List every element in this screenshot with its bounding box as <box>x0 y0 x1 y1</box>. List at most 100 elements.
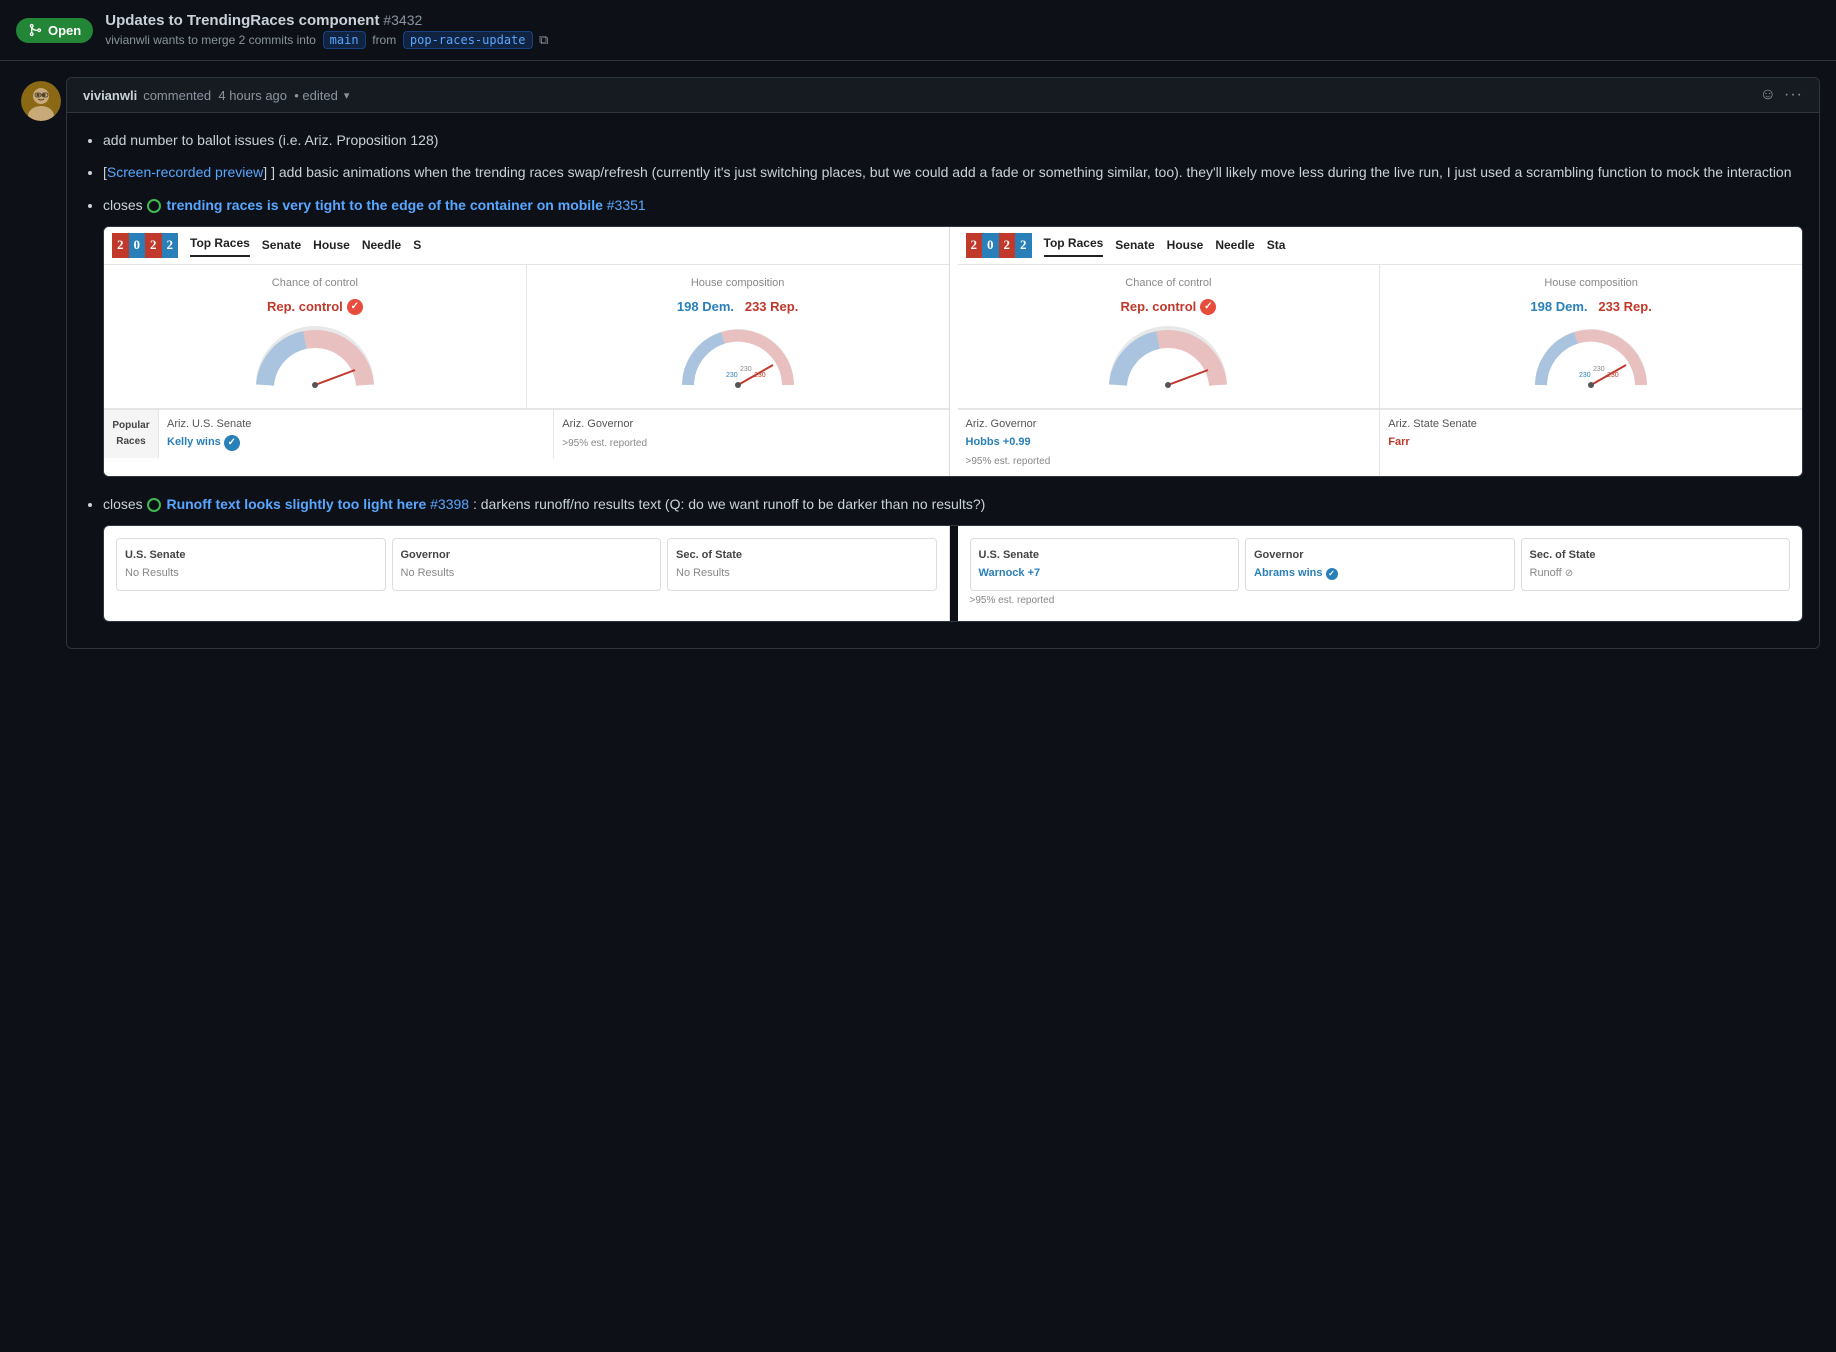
smiley-icon[interactable]: ☺ <box>1760 86 1776 104</box>
issue-3351-link[interactable]: trending races is very tight to the edge… <box>166 197 602 213</box>
result-sos-title-r: Sec. of State <box>1530 547 1782 565</box>
gauge-house-right: 230 230 230 <box>1392 317 1790 398</box>
comment-block: vivianwli commented 4 hours ago • edited… <box>16 77 1820 649</box>
result-gov-value-r: Abrams wins ✓ <box>1254 565 1506 583</box>
no-results-left: U.S. Senate No Results Governor No Resul… <box>104 526 950 621</box>
result-senate-value: No Results <box>125 565 377 583</box>
race-card-senate-left: Ariz. U.S. Senate Kelly wins ✓ <box>159 410 554 458</box>
stat-house-right: House composition 198 Dem. 233 Rep. <box>1380 265 1802 408</box>
race-senate-name: Ariz. U.S. Senate <box>167 416 545 434</box>
preview-left: 2 0 2 2 Top Races Senate House Needle <box>104 227 950 475</box>
race-card-senate-state-right: Ariz. State Senate Farr <box>1380 410 1802 475</box>
pr-meta: vivianwli wants to merge 2 commits into … <box>105 32 548 48</box>
no-results-right: U.S. Senate Warnock +7 Governor Abrams w… <box>958 526 1803 621</box>
git-merge-icon <box>28 23 42 37</box>
avatar-col <box>16 77 66 649</box>
gauge-house-svg-right: 230 230 230 <box>1531 325 1651 390</box>
checkmark-icon-right: ✓ <box>1200 299 1216 315</box>
stat-control-left: Chance of control Rep. control ✓ <box>104 265 527 408</box>
race-card-gov-left: Ariz. Governor >95% est. reported <box>554 410 948 458</box>
stats-right: Chance of control Rep. control ✓ <box>958 265 1803 409</box>
no-results-container: U.S. Senate No Results Governor No Resul… <box>103 525 1803 622</box>
nav-house-right[interactable]: House <box>1167 236 1204 255</box>
result-senate-title: U.S. Senate <box>125 547 377 565</box>
gauge-house-left: 230 230 230 <box>539 317 937 398</box>
list-item-3: closes trending races is very tight to t… <box>103 194 1803 477</box>
no-results-cards-right: U.S. Senate Warnock +7 Governor Abrams w… <box>970 538 1791 591</box>
screen-recorded-link[interactable]: Screen-recorded preview <box>107 164 263 180</box>
preview-right: 2 0 2 2 Top Races Senate House Needle <box>958 227 1803 475</box>
nav-needle-right[interactable]: Needle <box>1215 236 1254 255</box>
result-card-senate-res: U.S. Senate Warnock +7 <box>970 538 1240 591</box>
race-gov-name-right: Ariz. Governor <box>966 416 1372 434</box>
list-item-2: [Screen-recorded preview] ] add basic an… <box>103 161 1803 183</box>
nav-top-races-right[interactable]: Top Races <box>1044 234 1104 257</box>
issue-3398-link[interactable]: Runoff text looks slightly too light her… <box>166 496 426 512</box>
copy-icon[interactable]: ⧉ <box>539 32 548 47</box>
comment-container: vivianwli commented 4 hours ago • edited… <box>66 77 1820 649</box>
comment-list: add number to ballot issues (i.e. Ariz. … <box>83 129 1803 622</box>
svg-text:230: 230 <box>1593 366 1605 373</box>
branch-from[interactable]: pop-races-update <box>403 31 533 49</box>
open-badge: Open <box>16 18 93 43</box>
stat-control-value: Rep. control ✓ <box>116 297 514 318</box>
result-card-gov-no: Governor No Results <box>392 538 662 591</box>
popular-label-left: Popular Races <box>104 410 159 458</box>
nav-top-races-left[interactable]: Top Races <box>190 234 250 257</box>
svg-text:230: 230 <box>740 366 752 373</box>
pr-header: Open Updates to TrendingRaces component … <box>0 0 1836 61</box>
race-gov-pct: >95% est. reported <box>562 436 940 452</box>
nav-s-left[interactable]: S <box>413 236 421 255</box>
gauge-svg-right <box>1108 325 1228 390</box>
race-cards-right: Ariz. Governor Hobbs +0.99 >95% est. rep… <box>958 410 1803 475</box>
edited-chevron[interactable]: ▾ <box>344 89 350 102</box>
open-label: Open <box>48 23 81 38</box>
race-cards-left: Ariz. U.S. Senate Kelly wins ✓ Ariz. Gov… <box>159 410 949 458</box>
nav-sta-right[interactable]: Sta <box>1267 236 1286 255</box>
result-sos-title: Sec. of State <box>676 547 928 565</box>
race-senate-result: Kelly wins ✓ <box>167 434 545 452</box>
nav-needle-left[interactable]: Needle <box>362 236 401 255</box>
stat-house-value-right: 198 Dem. 233 Rep. <box>1392 297 1790 318</box>
popular-races-right: Ariz. Governor Hobbs +0.99 >95% est. rep… <box>958 409 1803 475</box>
result-senate-title-r: U.S. Senate <box>979 547 1231 565</box>
gauge-right <box>970 317 1368 398</box>
nav-senate-left[interactable]: Senate <box>262 236 301 255</box>
race-gov-result-right: Hobbs +0.99 <box>966 434 1372 452</box>
branch-main[interactable]: main <box>323 31 366 49</box>
race-gov-name: Ariz. Governor <box>562 416 940 434</box>
result-card-gov-res: Governor Abrams wins ✓ <box>1245 538 1515 591</box>
open-issue-dot-1 <box>147 199 161 213</box>
checkmark-abrams: ✓ <box>1326 568 1338 580</box>
popular-races-left: Popular Races Ariz. U.S. Senate Kelly wi… <box>104 409 949 458</box>
gauge-house-svg-left: 230 230 230 <box>678 325 798 390</box>
comment-body: add number to ballot issues (i.e. Ariz. … <box>67 113 1819 648</box>
pr-title-text: Updates to TrendingRaces component <box>105 12 379 29</box>
result-gov-title: Governor <box>401 547 653 565</box>
issue-3351-num[interactable]: #3351 <box>607 197 646 213</box>
stat-house-label-right: House composition <box>1392 275 1790 293</box>
stat-control-right: Chance of control Rep. control ✓ <box>958 265 1381 408</box>
nav-senate-right[interactable]: Senate <box>1115 236 1154 255</box>
stats-left: Chance of control Rep. control ✓ <box>104 265 949 409</box>
no-results-cards-left: U.S. Senate No Results Governor No Resul… <box>116 538 937 591</box>
stat-control-label: Chance of control <box>116 275 514 293</box>
stat-house-label: House composition <box>539 275 937 293</box>
stat-control-label-right: Chance of control <box>970 275 1368 293</box>
result-sos-value: No Results <box>676 565 928 583</box>
more-options-icon[interactable]: ··· <box>1784 86 1803 104</box>
gauge-svg-left <box>255 325 375 390</box>
comment-author[interactable]: vivianwli <box>83 88 137 103</box>
preview-container-1: 2 0 2 2 Top Races Senate House Needle <box>103 226 1803 476</box>
svg-text:230: 230 <box>1579 372 1591 379</box>
avatar-image <box>21 81 61 121</box>
result-card-sos-no: Sec. of State No Results <box>667 538 937 591</box>
race-card-gov-right: Ariz. Governor Hobbs +0.99 >95% est. rep… <box>958 410 1381 475</box>
year-badge-left: 2 0 2 2 <box>112 233 178 258</box>
year-badge-right: 2 0 2 2 <box>966 233 1032 258</box>
component-2022-right: 2 0 2 2 Top Races Senate House Needle <box>958 227 1803 475</box>
result-sos-value-r: Runoff ⊘ <box>1530 565 1782 583</box>
nav-house-left[interactable]: House <box>313 236 350 255</box>
issue-3398-num[interactable]: #3398 <box>430 496 469 512</box>
race-senate-state-result-right: Farr <box>1388 434 1794 452</box>
